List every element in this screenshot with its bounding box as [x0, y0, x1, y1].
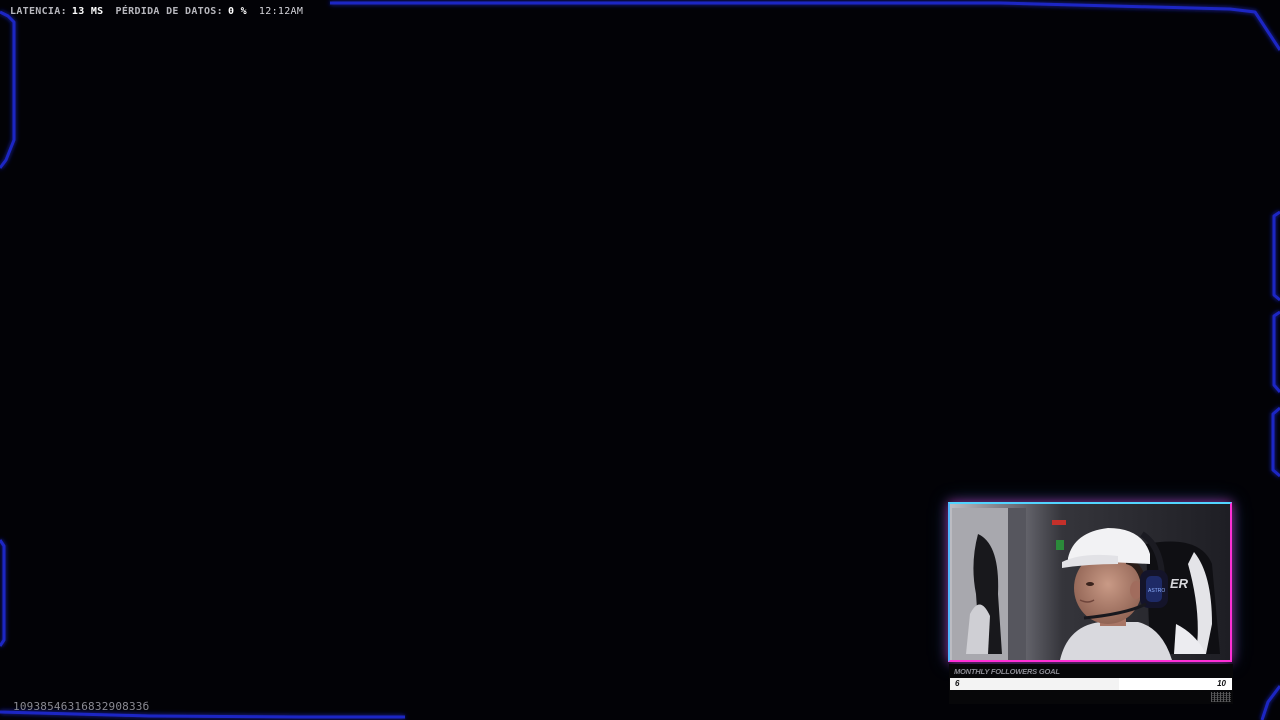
followers-goal-progress-bar: 6 10: [950, 678, 1232, 690]
data-loss-label: PÉRDIDA DE DATOS:: [115, 5, 223, 17]
latency-readout: LATENCIA: 13 MS: [10, 6, 104, 17]
webcam-image: ER ASTRO: [950, 504, 1230, 660]
latency-label: LATENCIA:: [10, 5, 67, 17]
stream-id-text: 1093854631683290833б: [13, 700, 150, 713]
followers-goal-target: 10: [1217, 679, 1226, 688]
stream-overlay: LATENCIA: 13 MS PÉRDIDA DE DATOS: 0 % 12…: [0, 0, 1280, 720]
static-noise-decoration: [1211, 692, 1231, 702]
followers-goal-current: 6: [955, 679, 960, 688]
clock-time: 12:12AM: [258, 5, 304, 17]
followers-goal-progress-fill: [950, 678, 1120, 690]
network-status-bar: LATENCIA: 13 MS PÉRDIDA DE DATOS: 0 % 12…: [10, 4, 303, 18]
followers-goal-title: MONTHLY FOLLOWERS GOAL: [954, 667, 1060, 676]
data-loss-readout: PÉRDIDA DE DATOS: 0 %: [116, 6, 247, 17]
data-loss-value: 0 %: [227, 5, 247, 17]
svg-text:ASTRO: ASTRO: [1148, 588, 1165, 594]
svg-text:ER: ER: [1170, 576, 1189, 591]
followers-goal-widget: MONTHLY FOLLOWERS GOAL 6 10: [949, 664, 1233, 704]
latency-value: 13 MS: [71, 5, 104, 17]
webcam-feed: ER ASTRO: [948, 502, 1232, 662]
